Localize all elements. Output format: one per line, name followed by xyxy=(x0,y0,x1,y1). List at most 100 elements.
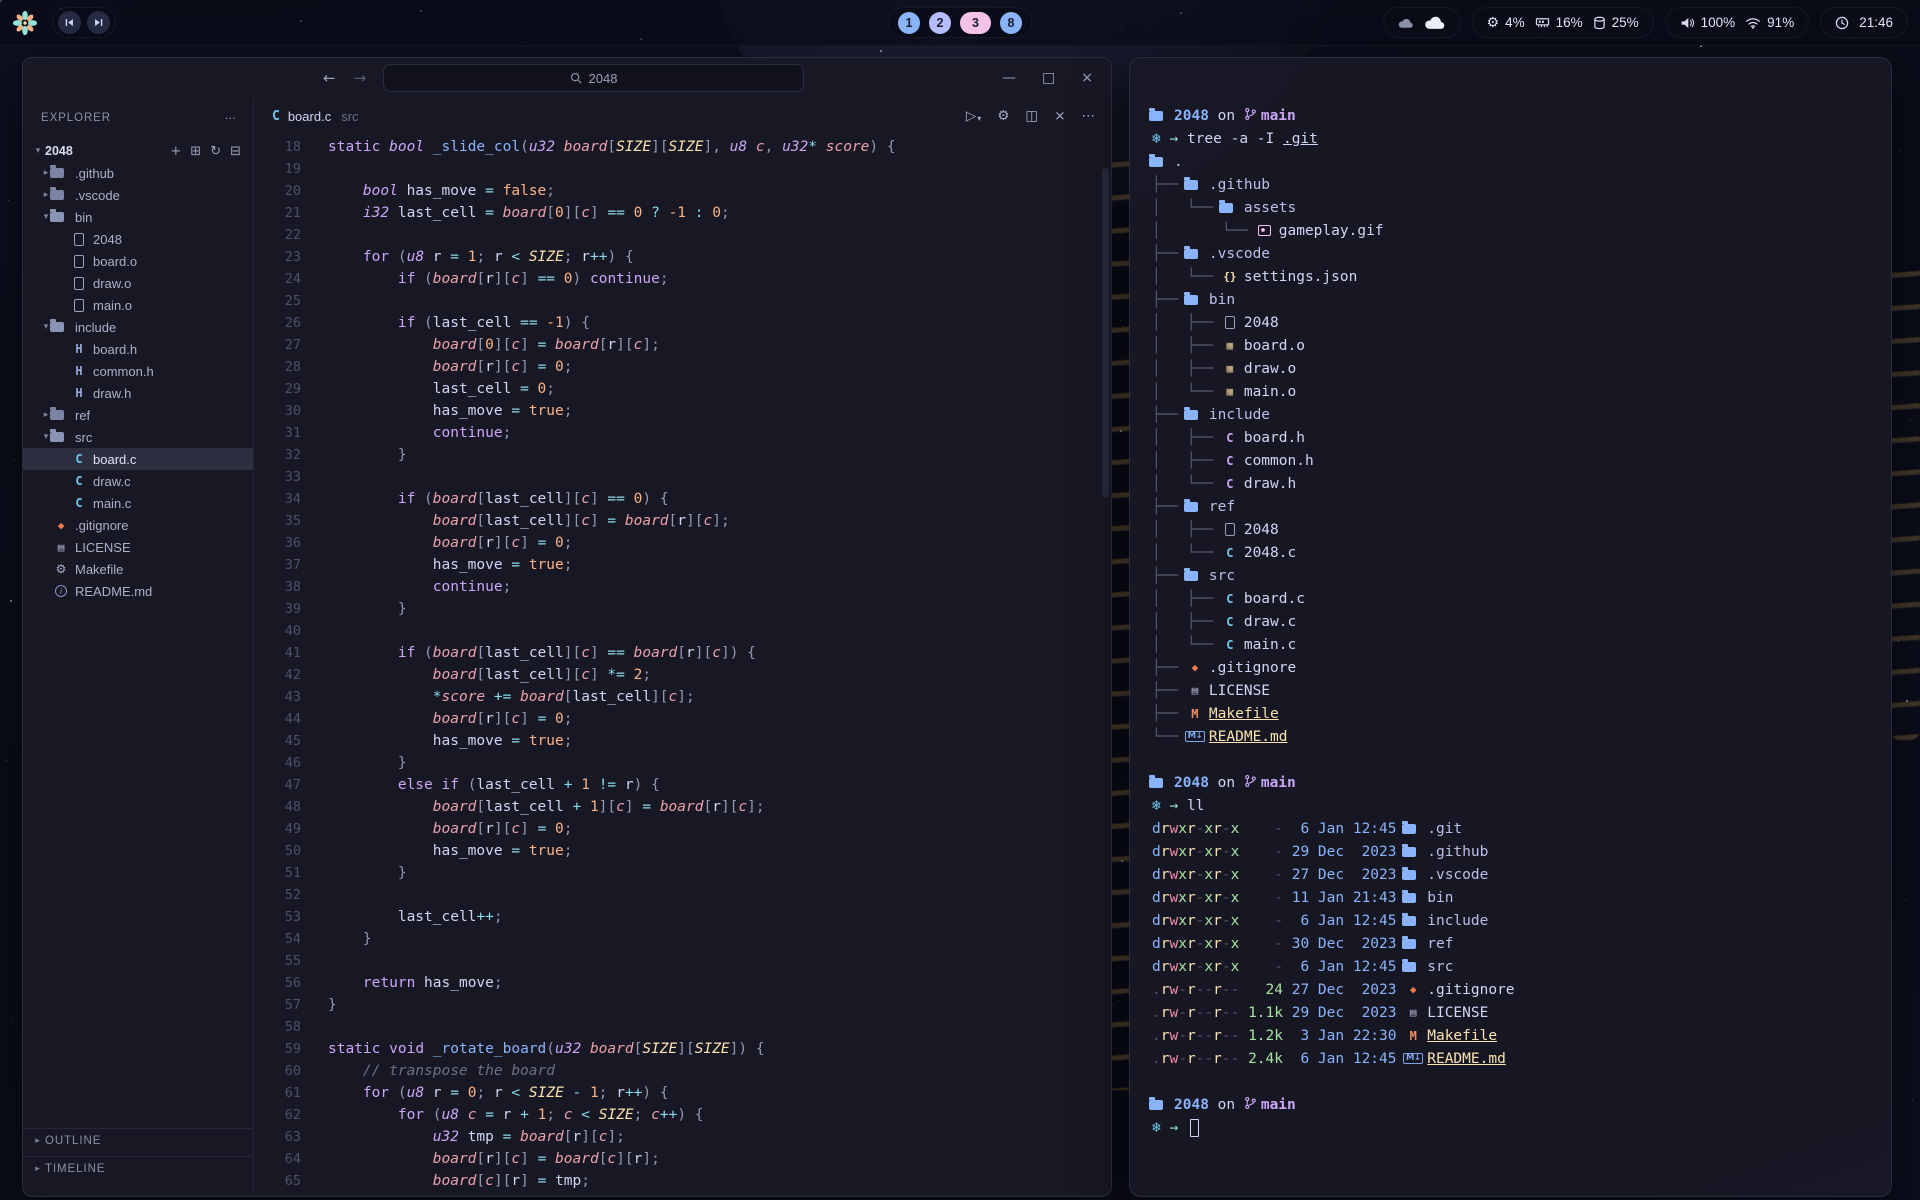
sfolderopen-icon xyxy=(53,432,69,442)
code-text: last_cell = 0; xyxy=(301,381,555,397)
sidebar-item-main.c[interactable]: Cmain.c xyxy=(23,492,253,514)
collapse-all-icon[interactable]: ⊟ xyxy=(230,144,241,159)
close-editor-icon[interactable]: × xyxy=(1054,108,1065,124)
sidebar-item-board.h[interactable]: Hboard.h xyxy=(23,338,253,360)
terminal-ll-row: drwxr-xr-x - 6 Jan 12:45 src xyxy=(1152,955,1873,978)
smd-icon: i xyxy=(53,585,69,597)
sidebar-item-src[interactable]: ▾src xyxy=(23,426,253,448)
editor-scrollbar[interactable] xyxy=(1102,168,1109,498)
file-name: settings.json xyxy=(1244,269,1358,285)
sidebar-item-bin[interactable]: ▾bin xyxy=(23,206,253,228)
sidebar-item-Makefile[interactable]: ⚙Makefile xyxy=(23,558,253,580)
sidebar-item-label: main.c xyxy=(93,496,131,511)
media-previous-button[interactable] xyxy=(58,11,81,34)
sidebar-item-label: Makefile xyxy=(75,562,123,577)
tab-board-c[interactable]: C board.c src xyxy=(254,98,373,134)
permissions: drwxr-xr-x xyxy=(1152,913,1239,929)
code-editor[interactable]: 18static bool _slide_col(u32 board[SIZE]… xyxy=(254,134,1111,1196)
terminal-ll-row: drwxr-xr-x - 11 Jan 21:43 bin xyxy=(1152,886,1873,909)
sidebar-item-.github[interactable]: ▸.github xyxy=(23,162,253,184)
code-line: 58 xyxy=(254,1016,1111,1038)
tree-prefix: │ └── xyxy=(1152,384,1222,400)
code-text: return has_move; xyxy=(301,975,503,991)
sfile-icon xyxy=(71,233,87,246)
line-number: 48 xyxy=(254,799,301,815)
terminal-window[interactable]: 2048 on main❄ → tree -a -I .git.├── .git… xyxy=(1129,57,1892,1197)
sidebar-item-include[interactable]: ▾include xyxy=(23,316,253,338)
permissions: .rw-r--r-- xyxy=(1152,1028,1239,1044)
file-icon xyxy=(1222,523,1238,536)
obj-icon: ▦ xyxy=(1222,386,1238,397)
tab-path-label: src xyxy=(341,109,358,124)
sidebar-item-label: board.c xyxy=(93,452,136,467)
timeline-panel[interactable]: ▸ TIMELINE xyxy=(23,1156,253,1180)
sidebar-item-main.o[interactable]: main.o xyxy=(23,294,253,316)
sidebar-item-label: ref xyxy=(75,408,90,423)
new-file-icon[interactable]: + xyxy=(170,144,181,159)
settings-gear-icon[interactable]: ⚙ xyxy=(997,108,1009,124)
sc-icon: C xyxy=(71,475,87,487)
prompt-arrow-icon: → xyxy=(1169,1120,1186,1136)
nav-back-button[interactable]: ← xyxy=(323,69,336,87)
minimize-button[interactable]: — xyxy=(1002,70,1016,86)
sidebar-item-common.h[interactable]: Hcommon.h xyxy=(23,360,253,382)
line-number: 60 xyxy=(254,1063,301,1079)
sidebar-item-board.c[interactable]: Cboard.c xyxy=(23,448,253,470)
close-button[interactable]: × xyxy=(1081,70,1093,86)
permissions: drwxr-xr-x xyxy=(1152,936,1239,952)
code-text: board[c][r] = tmp; xyxy=(301,1173,590,1189)
sidebar-item-label: draw.o xyxy=(93,276,131,291)
sidebar-item-draw.h[interactable]: Hdraw.h xyxy=(23,382,253,404)
nav-forward-button[interactable]: → xyxy=(354,69,367,87)
workspace-1[interactable]: 1 xyxy=(898,12,920,34)
sidebar-item-LICENSE[interactable]: ▤LICENSE xyxy=(23,536,253,558)
maximize-button[interactable]: □ xyxy=(1042,70,1055,86)
explorer-sidebar: EXPLORER ⋯ ▾ 2048 + ⊞ ↻ ⊟ ▸.github▸.vsco… xyxy=(23,98,253,1196)
code-line: 51 } xyxy=(254,862,1111,884)
sidebar-item-.vscode[interactable]: ▸.vscode xyxy=(23,184,253,206)
workspace-2[interactable]: 2 xyxy=(929,12,951,34)
folder-icon xyxy=(1222,203,1238,213)
file-name: 2048 xyxy=(1244,315,1279,331)
line-number: 64 xyxy=(254,1151,301,1167)
refresh-icon[interactable]: ↻ xyxy=(210,144,221,159)
run-code-button[interactable]: ▷ ▾ xyxy=(966,108,981,124)
terminal-tree-row: ├── bin xyxy=(1152,288,1873,311)
sidebar-item-.gitignore[interactable]: ◆.gitignore xyxy=(23,514,253,536)
code-text: for (u8 c = r + 1; c < SIZE; c++) { xyxy=(301,1107,704,1123)
sidebar-item-2048[interactable]: 2048 xyxy=(23,228,253,250)
line-number: 25 xyxy=(254,293,301,309)
terminal-ll-row: drwxr-xr-x - 29 Dec 2023 .github xyxy=(1152,840,1873,863)
workspace-3[interactable]: 3 xyxy=(960,12,991,34)
sidebar-item-draw.c[interactable]: Cdraw.c xyxy=(23,470,253,492)
explorer-more-icon[interactable]: ⋯ xyxy=(225,111,237,125)
terminal-tree-row: │ └── Cmain.c xyxy=(1152,633,1873,656)
code-line: 52 xyxy=(254,884,1111,906)
sidebar-item-label: 2048 xyxy=(93,232,122,247)
terminal-cursor[interactable] xyxy=(1190,1119,1199,1137)
chevron-right-icon: ▸ xyxy=(31,1164,45,1174)
sidebar-item-board.o[interactable]: board.o xyxy=(23,250,253,272)
search-input[interactable]: 2048 xyxy=(383,64,804,92)
skip-previous-icon xyxy=(64,17,75,28)
c-icon: C xyxy=(1222,593,1238,605)
more-actions-icon[interactable]: ⋯ xyxy=(1082,108,1096,124)
code-text: i32 last_cell = board[0][c] == 0 ? -1 : … xyxy=(301,205,730,221)
file-date: 30 Dec 2023 xyxy=(1292,936,1406,952)
split-editor-icon[interactable]: ◫ xyxy=(1025,108,1038,124)
sidebar-item-README.md[interactable]: iREADME.md xyxy=(23,580,253,602)
file-name: src xyxy=(1427,959,1453,975)
code-text: has_move = true; xyxy=(301,733,572,749)
sidebar-item-draw.o[interactable]: draw.o xyxy=(23,272,253,294)
chevron-right-icon: ▸ xyxy=(31,1136,45,1146)
media-next-button[interactable] xyxy=(87,11,110,34)
workspace-8[interactable]: 8 xyxy=(1000,12,1022,34)
explorer-root-folder[interactable]: ▾ 2048 + ⊞ ↻ ⊟ xyxy=(23,140,253,162)
sidebar-item-ref[interactable]: ▸ref xyxy=(23,404,253,426)
new-folder-icon[interactable]: ⊞ xyxy=(190,144,201,159)
line-number: 29 xyxy=(254,381,301,397)
code-text: static bool _slide_col(u32 board[SIZE][S… xyxy=(301,139,896,155)
outline-panel[interactable]: ▸ OUTLINE xyxy=(23,1128,253,1152)
editor-tabbar: C board.c src ▷ ▾ ⚙ ◫ × ⋯ xyxy=(254,98,1111,134)
editor-titlebar[interactable]: ← → 2048 — □ × xyxy=(23,58,1111,98)
